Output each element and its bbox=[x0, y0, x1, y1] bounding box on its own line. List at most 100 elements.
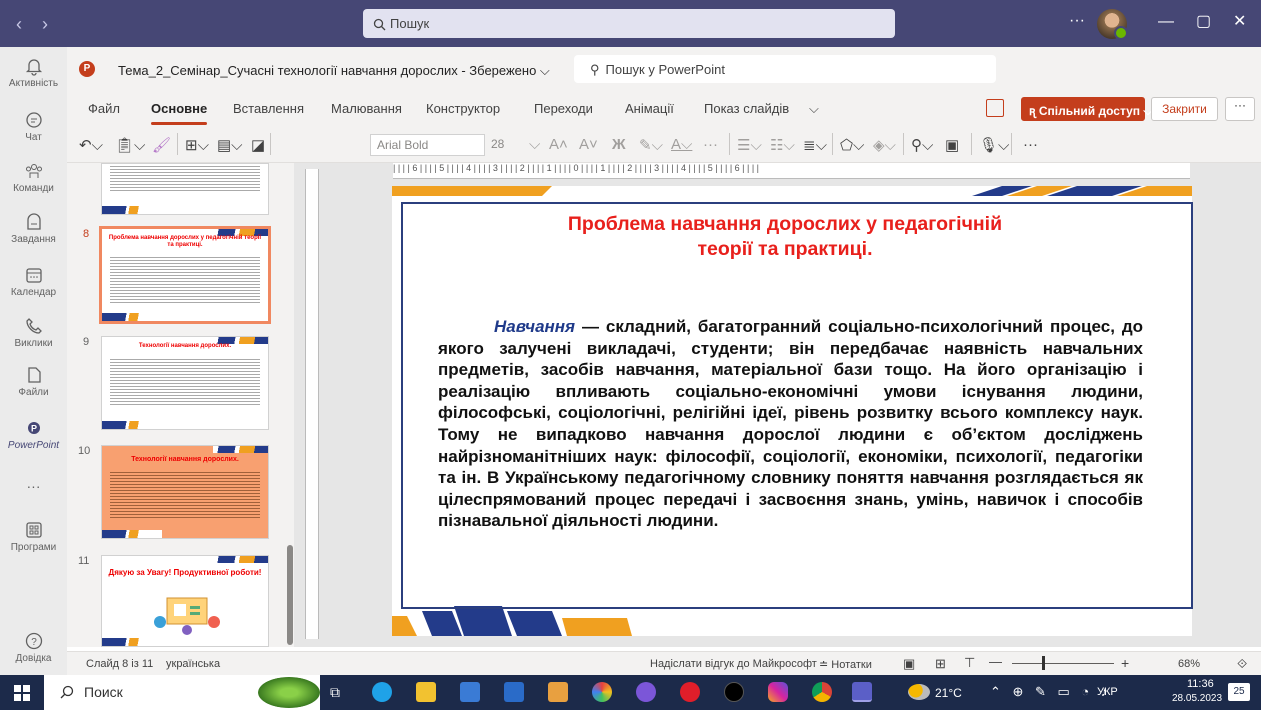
tab-transitions[interactable]: Переходи bbox=[534, 101, 593, 116]
share-button[interactable]: ꭆ Спільний доступ ⌵ bbox=[1021, 97, 1152, 121]
store-icon[interactable] bbox=[460, 682, 480, 702]
teams-search-input[interactable]: Пошук bbox=[363, 9, 895, 38]
format-painter-icon[interactable]: 🖌︎ bbox=[152, 136, 171, 154]
rail-item-powerpoint[interactable]: P PowerPoint bbox=[0, 418, 67, 451]
file-explorer-icon[interactable] bbox=[416, 682, 436, 702]
zoom-in-icon[interactable]: + bbox=[1121, 655, 1129, 671]
rail-item-help[interactable]: ? Довідка bbox=[0, 631, 67, 664]
comments-icon[interactable] bbox=[986, 99, 1004, 117]
toolbar-more-icon[interactable]: ··· bbox=[1023, 136, 1038, 153]
tab-animations[interactable]: Анімації bbox=[625, 101, 674, 116]
thumbnail-scrollbar-thumb[interactable] bbox=[287, 545, 293, 645]
back-icon[interactable]: ‹ bbox=[16, 14, 22, 35]
slide-body-text[interactable]: Навчання — складний, багатогранний соціа… bbox=[438, 316, 1143, 532]
tab-slideshow[interactable]: Показ слайдів bbox=[704, 101, 789, 116]
zoom-level[interactable]: 68% bbox=[1178, 658, 1200, 670]
slide-thumbnail-11[interactable]: Дякую за Увагу! Продуктивної роботи! bbox=[101, 555, 269, 647]
rail-item-more[interactable]: ··· bbox=[0, 478, 67, 494]
viber-icon[interactable] bbox=[636, 682, 656, 702]
clock-date[interactable]: 28.05.2023 bbox=[1172, 693, 1222, 704]
keyboard-language[interactable]: УКР bbox=[1097, 686, 1118, 698]
font-name-field[interactable]: Arial Bold bbox=[370, 134, 485, 156]
slide-thumbnail-10[interactable]: Технології навчання дорослих. bbox=[101, 445, 269, 539]
windows-start-icon[interactable] bbox=[14, 685, 30, 701]
rail-item-assignments[interactable]: Завдання bbox=[0, 212, 67, 245]
bullets-icon[interactable]: ☰⌵ bbox=[737, 136, 762, 154]
tab-file[interactable]: Файл bbox=[88, 101, 120, 116]
feedback-link[interactable]: Надіслати відгук до Майкрософт bbox=[650, 658, 817, 670]
weather-temp[interactable]: 21°C bbox=[935, 686, 962, 700]
tab-home[interactable]: Основне bbox=[151, 101, 208, 125]
font-size-field[interactable]: 28 bbox=[489, 134, 519, 156]
calendar-icon bbox=[25, 268, 42, 283]
app-icon[interactable] bbox=[548, 682, 568, 702]
tab-insert[interactable]: Вставлення bbox=[233, 101, 304, 116]
normal-view-icon[interactable]: ▣ bbox=[903, 656, 915, 672]
tiktok-icon[interactable] bbox=[724, 682, 744, 702]
rail-item-activity[interactable]: Активність bbox=[0, 56, 67, 89]
designer-icon[interactable]: ▣ bbox=[945, 136, 959, 154]
rail-item-apps[interactable]: Програми bbox=[0, 520, 67, 553]
ppt-search-input[interactable]: ⚲ Пошук у PowerPoint bbox=[574, 55, 996, 83]
maximize-icon[interactable]: ▢ bbox=[1196, 11, 1211, 31]
align-icon[interactable]: ≣⌵ bbox=[803, 136, 827, 154]
rail-item-files[interactable]: Файли bbox=[0, 365, 67, 398]
close-icon[interactable]: ✕ bbox=[1233, 11, 1246, 31]
reading-view-icon[interactable]: ⊤ bbox=[964, 655, 975, 671]
slide-title[interactable]: Проблема навчання дорослих у педагогічні… bbox=[420, 212, 1150, 262]
layout-icon[interactable]: ▤⌵ bbox=[217, 136, 243, 154]
close-button[interactable]: Закрити bbox=[1151, 97, 1218, 121]
rail-item-calls[interactable]: Виклики bbox=[0, 316, 67, 349]
highlight-icon[interactable]: ✎⌵ bbox=[639, 136, 663, 154]
ribbon-more-button[interactable]: ··· bbox=[1225, 97, 1255, 121]
rail-item-teams[interactable]: Команди bbox=[0, 161, 67, 194]
shape-fill-icon[interactable]: ◈⌵ bbox=[873, 136, 896, 154]
chrome-icon[interactable] bbox=[812, 682, 832, 702]
notification-badge[interactable]: 25 bbox=[1228, 683, 1250, 701]
opera-icon[interactable] bbox=[680, 682, 700, 702]
clock-time[interactable]: 11:36 bbox=[1187, 678, 1214, 690]
forward-icon[interactable]: › bbox=[42, 14, 48, 35]
slide-thumbnail-9[interactable]: Технології навчання дорослих. bbox=[101, 336, 269, 430]
tabs-more-chevron-icon[interactable]: ⌵ bbox=[809, 101, 819, 117]
more-options-icon[interactable]: ··· bbox=[1069, 12, 1085, 30]
decrease-font-icon[interactable]: A˅ bbox=[579, 136, 598, 153]
edge-icon[interactable] bbox=[372, 682, 392, 702]
zoom-out-icon[interactable]: — bbox=[989, 654, 1002, 669]
slide-title-line-2: теорії та практиці. bbox=[697, 238, 873, 260]
minimize-icon[interactable]: — bbox=[1158, 13, 1174, 31]
notes-button[interactable]: ≐ Нотатки bbox=[819, 658, 872, 671]
find-icon[interactable]: ⚲⌵ bbox=[911, 136, 933, 154]
slide-sorter-icon[interactable]: ⊞ bbox=[935, 656, 946, 672]
new-slide-icon[interactable]: ⊞⌵ bbox=[185, 136, 209, 154]
slide-thumbnail-7[interactable] bbox=[101, 163, 269, 215]
font-more-icon[interactable]: ··· bbox=[703, 136, 718, 153]
tab-draw[interactable]: Малювання bbox=[331, 101, 402, 116]
undo-icon[interactable]: ↶⌵ bbox=[79, 136, 103, 154]
reset-slide-icon[interactable]: ◪ bbox=[251, 136, 265, 154]
teams-taskbar-icon[interactable] bbox=[852, 682, 872, 702]
avatar[interactable] bbox=[1097, 9, 1128, 40]
zoom-slider-thumb[interactable] bbox=[1042, 656, 1045, 670]
zoom-slider-track[interactable] bbox=[1012, 663, 1114, 664]
rail-item-calendar[interactable]: Календар bbox=[0, 265, 67, 298]
rail-item-chat[interactable]: Чат bbox=[0, 110, 67, 143]
bold-icon[interactable]: Ж bbox=[612, 136, 626, 153]
task-view-icon[interactable]: ⧉ bbox=[330, 684, 340, 701]
paste-icon[interactable]: 📋︎⌵ bbox=[115, 136, 145, 154]
numbering-icon[interactable]: ☷⌵ bbox=[770, 136, 795, 154]
language-indicator[interactable]: українська bbox=[166, 658, 220, 670]
instagram-icon[interactable] bbox=[768, 682, 788, 702]
fit-slide-icon[interactable]: ⟐ bbox=[1237, 656, 1247, 672]
mail-icon[interactable] bbox=[504, 682, 524, 702]
shapes-icon[interactable]: ⬠⌵ bbox=[840, 136, 864, 154]
slide-thumbnail-8[interactable]: Проблема навчання дорослих у педагогічні… bbox=[99, 226, 271, 324]
tray-icons[interactable]: ⌃ ⊕ ✎ ▭ ◔ ♪ bbox=[990, 684, 1111, 700]
font-size-chevron-icon[interactable]: ⌵ bbox=[529, 136, 540, 153]
dictate-icon[interactable]: 🎙︎⌵ bbox=[979, 136, 1009, 154]
tab-design[interactable]: Конструктор bbox=[426, 101, 500, 116]
font-color-icon[interactable]: A⌵ bbox=[671, 136, 692, 153]
document-title[interactable]: Тема_2_Семінар_Сучасні технології навчан… bbox=[118, 63, 550, 79]
increase-font-icon[interactable]: A˄ bbox=[549, 136, 568, 153]
photos-icon[interactable] bbox=[592, 682, 612, 702]
